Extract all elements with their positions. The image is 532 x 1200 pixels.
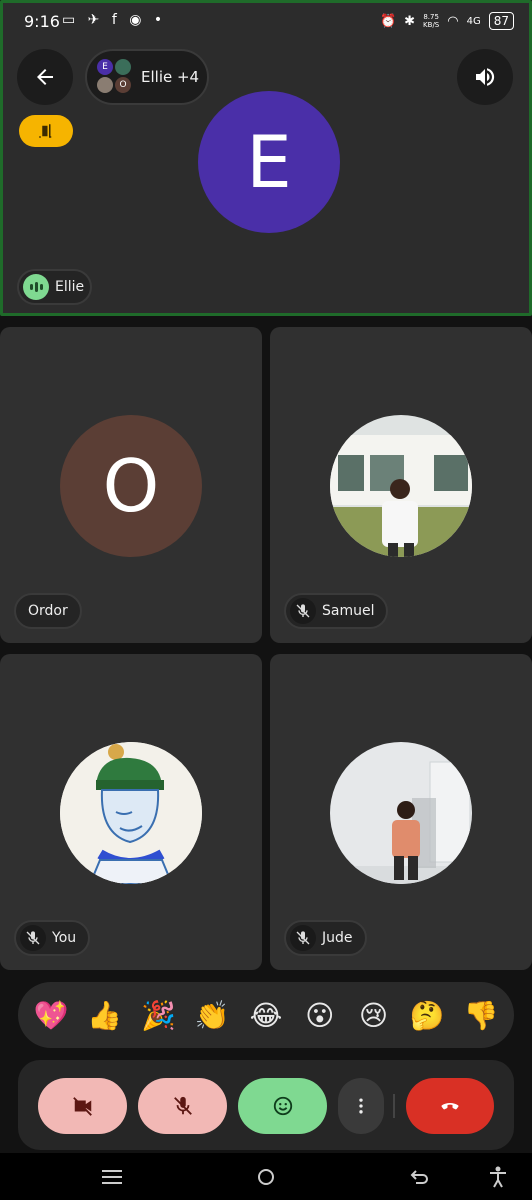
- mini-avatar-o: O: [115, 77, 131, 93]
- participant-tile-jude[interactable]: Jude: [270, 654, 532, 970]
- participant-name: Jude: [322, 930, 353, 946]
- reaction-thinking[interactable]: 🤔: [405, 999, 449, 1032]
- system-nav-bar: [0, 1153, 532, 1200]
- jude-photo-icon: [330, 742, 472, 884]
- status-bar: 9:16 ▭ ✈ f ◉ • ⏰ ✱ 8.75 KB/S ◠ 4G 87: [0, 0, 532, 44]
- avatar: [330, 415, 472, 557]
- participants-button[interactable]: E O Ellie +4: [85, 49, 209, 105]
- recents-button[interactable]: [98, 1163, 126, 1191]
- call-end-icon: [441, 1103, 459, 1110]
- home-circle-icon: [258, 1169, 274, 1185]
- back-nav-icon: [410, 1170, 428, 1184]
- mic-off-icon: [20, 925, 46, 951]
- speaking-indicator-icon: [23, 274, 49, 300]
- leave-room-badge[interactable]: [19, 115, 73, 147]
- accessibility-icon: [490, 1166, 506, 1188]
- active-speaker-panel[interactable]: E O Ellie +4 E Ellie: [0, 0, 532, 316]
- more-options-button[interactable]: [338, 1078, 384, 1134]
- status-time: 9:16: [24, 12, 60, 31]
- more-vert-icon: [359, 1098, 363, 1114]
- avatar: [60, 742, 202, 884]
- home-button[interactable]: [252, 1163, 280, 1191]
- participants-label: Ellie +4: [141, 68, 200, 86]
- network-type: 4G: [466, 15, 481, 27]
- status-right: ⏰ ✱ 8.75 KB/S ◠ 4G 87: [380, 12, 514, 30]
- net-speed: 8.75 KB/S: [423, 13, 440, 29]
- name-chip: Jude: [284, 920, 367, 956]
- bluetooth-icon: ✱: [404, 13, 416, 29]
- emoji-icon: [273, 1096, 292, 1116]
- mic-off-icon: [173, 1096, 192, 1115]
- reactions-bar: 💖 👍 🎉 👏 😂 😮 😢 🤔 👎: [18, 982, 514, 1048]
- name-chip: You: [14, 920, 91, 956]
- battery-icon: 87: [488, 12, 514, 30]
- speaker-name-chip: Ellie: [17, 269, 92, 305]
- participant-tile-ordor[interactable]: O Ordor: [0, 327, 262, 643]
- back-button[interactable]: [17, 49, 73, 105]
- avatar: [330, 742, 472, 884]
- name-chip: Samuel: [284, 593, 389, 629]
- reactions-button[interactable]: [238, 1078, 327, 1134]
- participant-tile-you[interactable]: You: [0, 654, 262, 970]
- alarm-icon: ⏰: [379, 13, 397, 29]
- speaker-name: Ellie: [55, 279, 85, 295]
- arrow-back-icon: [37, 69, 53, 85]
- name-chip: Ordor: [14, 593, 82, 629]
- participants-mini-avatars: E O: [95, 57, 135, 97]
- wifi-icon: ◠: [447, 13, 459, 29]
- volume-up-icon: [476, 68, 495, 86]
- avatar: O: [60, 415, 202, 557]
- accessibility-button[interactable]: [484, 1163, 512, 1191]
- reaction-thumbs-up[interactable]: 👍: [83, 999, 127, 1032]
- reaction-sparkling-heart[interactable]: 💖: [29, 999, 73, 1032]
- mic-toggle-button[interactable]: [138, 1078, 227, 1134]
- call-controls: [18, 1060, 514, 1150]
- participant-name: Ordor: [28, 603, 68, 619]
- reaction-thumbs-down[interactable]: 👎: [459, 999, 503, 1032]
- you-illustration-icon: [60, 742, 202, 884]
- participant-name: Samuel: [322, 603, 375, 619]
- end-call-button[interactable]: [406, 1078, 494, 1134]
- participant-tile-samuel[interactable]: Samuel: [270, 327, 532, 643]
- mini-avatar-photo-2: [97, 77, 113, 93]
- reaction-clapping[interactable]: 👏: [190, 999, 234, 1032]
- reaction-party-popper[interactable]: 🎉: [136, 999, 180, 1032]
- back-nav-button[interactable]: [406, 1163, 434, 1191]
- mic-off-icon: [290, 925, 316, 951]
- reaction-laughing[interactable]: 😂: [244, 999, 288, 1032]
- mic-off-icon: [290, 598, 316, 624]
- samuel-photo-icon: [330, 415, 472, 557]
- video-off-icon: [72, 1097, 92, 1116]
- divider: [393, 1094, 395, 1118]
- notification-icons: ▭ ✈ f ◉ •: [62, 12, 167, 28]
- mini-avatar-photo-1: [115, 59, 131, 75]
- door-icon: [39, 124, 52, 138]
- participant-name: You: [52, 930, 77, 946]
- reaction-surprised[interactable]: 😮: [298, 999, 342, 1032]
- mini-avatar-e: E: [97, 59, 113, 75]
- reaction-crying[interactable]: 😢: [351, 999, 395, 1032]
- speaker-avatar: E: [198, 91, 340, 233]
- audio-output-button[interactable]: [457, 49, 513, 105]
- camera-toggle-button[interactable]: [38, 1078, 127, 1134]
- menu-icon: [102, 1170, 122, 1184]
